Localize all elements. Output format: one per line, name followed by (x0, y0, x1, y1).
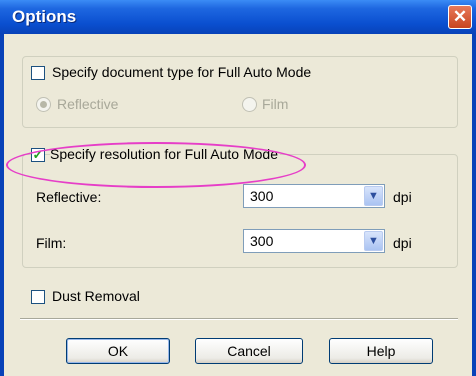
cancel-button[interactable]: Cancel (195, 338, 303, 364)
reflective-resolution-value: 300 (250, 188, 274, 204)
film-dpi-unit: dpi (393, 235, 412, 251)
chevron-down-icon[interactable]: ▼ (364, 186, 383, 206)
close-button[interactable]: ✕ (448, 5, 472, 29)
film-resolution-label: Film: (36, 235, 67, 251)
document-type-checkbox[interactable] (31, 66, 45, 80)
reflective-resolution-select[interactable]: 300 ▼ (243, 184, 385, 208)
film-radio-label[interactable]: Film (262, 96, 288, 112)
help-button[interactable]: Help (329, 338, 433, 364)
film-radio[interactable] (242, 97, 257, 112)
document-type-label[interactable]: Specify document type for Full Auto Mode (52, 64, 311, 80)
highlight-ellipse (6, 142, 306, 188)
ok-button[interactable]: OK (66, 338, 170, 364)
close-icon: ✕ (452, 7, 468, 26)
title-bar: Options ✕ (0, 0, 476, 34)
reflective-radio[interactable] (36, 97, 51, 112)
chevron-down-icon[interactable]: ▼ (364, 231, 383, 251)
film-resolution-select[interactable]: 300 ▼ (243, 229, 385, 253)
reflective-radio-label[interactable]: Reflective (57, 96, 118, 112)
dust-removal-checkbox[interactable] (31, 290, 45, 304)
radio-selected-dot (40, 101, 47, 108)
film-resolution-value: 300 (250, 233, 274, 249)
reflective-resolution-label: Reflective: (36, 189, 102, 205)
dust-removal-label[interactable]: Dust Removal (52, 288, 140, 304)
dialog-title: Options (12, 7, 77, 26)
reflective-dpi-unit: dpi (393, 189, 412, 205)
divider (20, 318, 458, 320)
